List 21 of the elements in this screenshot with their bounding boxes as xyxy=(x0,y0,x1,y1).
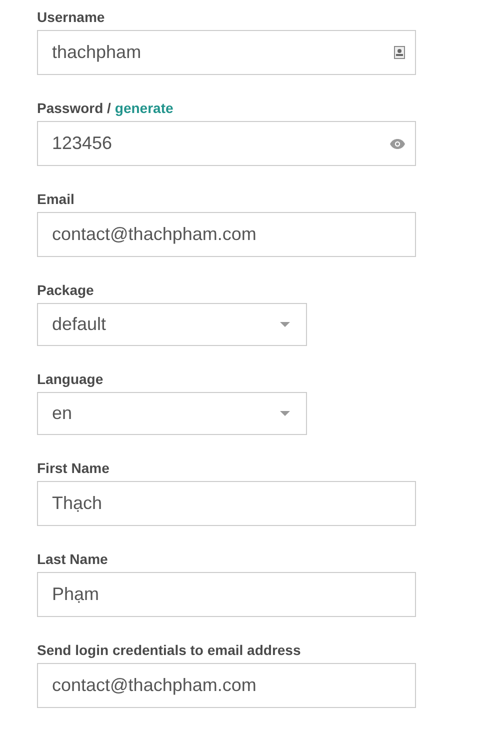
input-field[interactable]: Thạch xyxy=(37,481,416,526)
field-label: Email xyxy=(37,191,74,207)
field-label: Last Name xyxy=(37,551,108,567)
input-field[interactable]: contact@thachpham.com xyxy=(37,212,416,257)
generate-link[interactable]: generate xyxy=(114,100,174,116)
caret-icon xyxy=(280,322,290,327)
field-label: Password / xyxy=(37,100,111,116)
eye-icon[interactable] xyxy=(390,138,405,148)
dropdown[interactable]: en xyxy=(37,392,307,435)
field-label: Language xyxy=(37,371,104,387)
caret-icon xyxy=(280,411,290,416)
field-label: Username xyxy=(37,9,105,25)
input-field[interactable]: 123456 xyxy=(37,121,416,166)
field-label: First Name xyxy=(37,460,110,476)
dropdown[interactable]: default xyxy=(37,303,307,346)
input-field[interactable]: Phạm xyxy=(37,572,416,617)
input-field[interactable]: contact@thachpham.com xyxy=(37,663,416,708)
field-label: Send login credentials to email address xyxy=(37,642,301,658)
field-label: Package xyxy=(37,282,94,298)
contact-card-icon[interactable] xyxy=(394,46,405,59)
input-field[interactable]: thachpham xyxy=(37,30,416,75)
